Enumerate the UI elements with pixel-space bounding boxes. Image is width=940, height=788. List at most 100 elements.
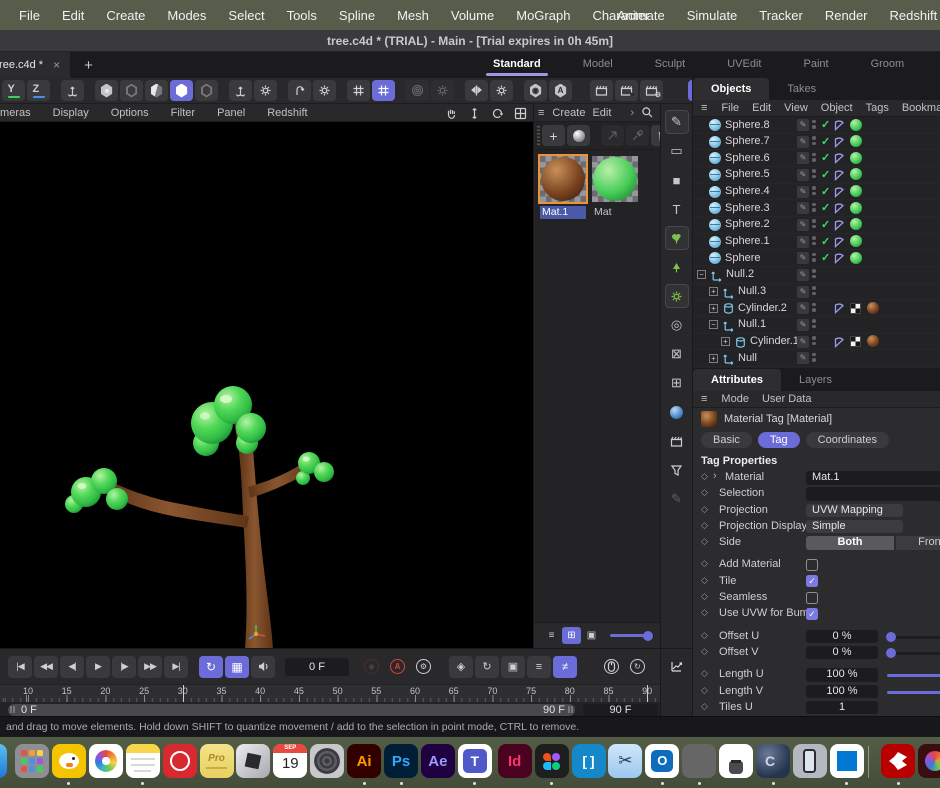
material-tag-icon[interactable] xyxy=(850,152,862,164)
visibility-dots-icon[interactable] xyxy=(812,169,816,178)
menu-item-tools[interactable]: Tools xyxy=(276,8,328,23)
dock-app-after-effects[interactable]: Ae xyxy=(421,744,455,778)
object-menu-tags[interactable]: Tags xyxy=(866,102,889,114)
material-name[interactable]: Mat xyxy=(592,206,638,219)
cube-primitive-tool[interactable]: ■ xyxy=(665,168,689,192)
visibility-dots-icon[interactable] xyxy=(812,203,816,212)
dock-app-creative-cloud[interactable] xyxy=(918,744,940,778)
edit-toggle-icon[interactable]: ✎ xyxy=(797,336,809,348)
edit-toggle-icon[interactable]: ✎ xyxy=(797,136,809,148)
text-primitive-tool[interactable]: T xyxy=(665,197,689,221)
selection-field[interactable] xyxy=(806,487,940,501)
key-position-toggle[interactable]: ◈ xyxy=(449,656,473,678)
polygons-mode-button[interactable] xyxy=(145,80,168,101)
material-field[interactable]: Mat.1 xyxy=(806,471,940,485)
dock-app-illustrator[interactable]: Ai xyxy=(347,744,381,778)
visibility-dots-icon[interactable] xyxy=(812,153,816,162)
dock-app-notes[interactable] xyxy=(126,744,160,778)
use-uvw-for-bump-checkbox[interactable]: ✓ xyxy=(806,608,818,620)
dock-app-cyberduck[interactable] xyxy=(52,744,86,778)
dock-app-roblox[interactable] xyxy=(236,744,270,778)
previous-frame-button[interactable]: ◀| xyxy=(60,656,84,678)
tiles-u-field[interactable]: 1 xyxy=(806,701,878,715)
edit-toggle-icon[interactable]: ✎ xyxy=(797,202,809,214)
dock-app-outlook[interactable]: O xyxy=(645,744,679,778)
phong-tag-icon[interactable] xyxy=(833,236,845,248)
enabled-check-icon[interactable]: ✓ xyxy=(821,185,830,198)
phong-tag-icon[interactable] xyxy=(833,336,845,348)
enabled-check-icon[interactable]: ✓ xyxy=(821,235,830,248)
key-diamond-icon[interactable]: ◇ xyxy=(701,536,708,547)
torus-tool[interactable]: ◎ xyxy=(665,313,689,337)
dock-app-photoshop[interactable]: Ps xyxy=(384,744,418,778)
uvw-tag-icon[interactable] xyxy=(850,336,861,347)
object-row-cylinder-1[interactable]: +Cylinder.1✎ xyxy=(693,334,940,351)
expand-arrow-icon[interactable]: › xyxy=(713,470,717,482)
object-row-sphere[interactable]: Sphere✎✓ xyxy=(693,250,940,267)
menu-item-mograph[interactable]: MoGraph xyxy=(505,8,581,23)
edit-toggle-icon[interactable]: ✎ xyxy=(797,186,809,198)
dock-app-notes-pro[interactable]: Pro xyxy=(200,744,234,778)
side-option-both[interactable]: Both xyxy=(806,536,894,550)
object-name[interactable]: Null.3 xyxy=(738,285,766,297)
dock-app-vscode[interactable] xyxy=(830,744,864,778)
edit-toggle-icon[interactable]: ✎ xyxy=(797,319,809,331)
model-mode-button[interactable] xyxy=(170,80,193,101)
offset-u-field[interactable]: 0 % xyxy=(806,630,878,644)
dock-app-iphone-mirroring[interactable] xyxy=(793,744,827,778)
close-tab-icon[interactable]: × xyxy=(53,58,60,72)
menu-item-animate[interactable]: Animate xyxy=(606,8,676,23)
object-row-sphere-5[interactable]: Sphere.5✎✓ xyxy=(693,167,940,184)
expand-icon[interactable]: + xyxy=(709,287,718,296)
visibility-dots-icon[interactable] xyxy=(812,303,816,312)
key-diamond-icon[interactable]: ◇ xyxy=(701,591,708,602)
material-name[interactable]: Mat.1 xyxy=(540,206,586,219)
autokeying-button[interactable]: A xyxy=(385,656,409,678)
next-key-button[interactable]: ▶▶ xyxy=(138,656,162,678)
snap-grid-button[interactable] xyxy=(347,80,370,101)
object-row-sphere-8[interactable]: Sphere.8✎✓ xyxy=(693,117,940,134)
object-name[interactable]: Null.2 xyxy=(726,268,754,280)
visibility-dots-icon[interactable] xyxy=(812,219,816,228)
key-diamond-icon[interactable]: ◇ xyxy=(701,646,708,657)
length-v-slider[interactable] xyxy=(887,691,940,694)
tile-checkbox[interactable]: ✓ xyxy=(806,575,818,587)
edit-toggle-icon[interactable]: ✎ xyxy=(797,236,809,248)
dock-app-calendar[interactable]: SEP19 xyxy=(273,744,307,778)
object-row-null-2[interactable]: −Null.2✎ xyxy=(693,267,940,284)
menu-item-edit[interactable]: Edit xyxy=(51,8,95,23)
end-frame-field[interactable]: 90 F xyxy=(583,704,658,716)
material-preview-button[interactable] xyxy=(567,125,590,146)
key-scale-toggle[interactable]: ▣ xyxy=(501,656,525,678)
play-mouse-button[interactable]: ↻ xyxy=(625,656,649,678)
phong-tag-icon[interactable] xyxy=(833,152,845,164)
enabled-check-icon[interactable]: ✓ xyxy=(821,135,830,148)
panel-tab-attributes[interactable]: Attributes xyxy=(693,369,781,391)
enabled-check-icon[interactable]: ✓ xyxy=(821,151,830,164)
material-tag-icon[interactable] xyxy=(850,168,862,180)
hamburger-icon[interactable]: ≡ xyxy=(701,102,708,114)
mirror-settings-button[interactable] xyxy=(490,80,513,101)
timeline-marker[interactable] xyxy=(183,685,184,702)
add-tab-button[interactable]: + xyxy=(70,57,107,74)
key-rotation-toggle[interactable]: ↻ xyxy=(475,656,499,678)
thumbnail-size-slider[interactable] xyxy=(610,634,654,637)
edit-toggle-icon[interactable]: ✎ xyxy=(797,169,809,181)
keyframe-settings-button[interactable]: ⚙ xyxy=(411,656,435,678)
layout-tab-sculpt[interactable]: Sculpt xyxy=(634,52,707,78)
dock-app-gauge-app[interactable] xyxy=(163,744,197,778)
visibility-dots-icon[interactable] xyxy=(812,269,816,278)
record-mouse-button[interactable] xyxy=(599,656,623,678)
hamburger-icon[interactable]: ≡ xyxy=(538,107,545,119)
collapse-icon[interactable]: − xyxy=(697,270,706,279)
key-diamond-icon[interactable]: ◇ xyxy=(701,685,708,696)
material-tag-icon[interactable] xyxy=(867,302,879,314)
viewport-menu-filter[interactable]: Filter xyxy=(171,107,195,119)
dock-app-preview-jar-app[interactable] xyxy=(719,744,753,778)
axis-z-lock-button[interactable]: Z xyxy=(27,80,50,101)
phong-tag-icon[interactable] xyxy=(833,302,845,314)
dock-app-camera-lens[interactable] xyxy=(310,744,344,778)
length-v-field[interactable]: 100 % xyxy=(806,685,878,699)
enabled-check-icon[interactable]: ✓ xyxy=(821,201,830,214)
object-menu-edit[interactable]: Edit xyxy=(752,102,771,114)
